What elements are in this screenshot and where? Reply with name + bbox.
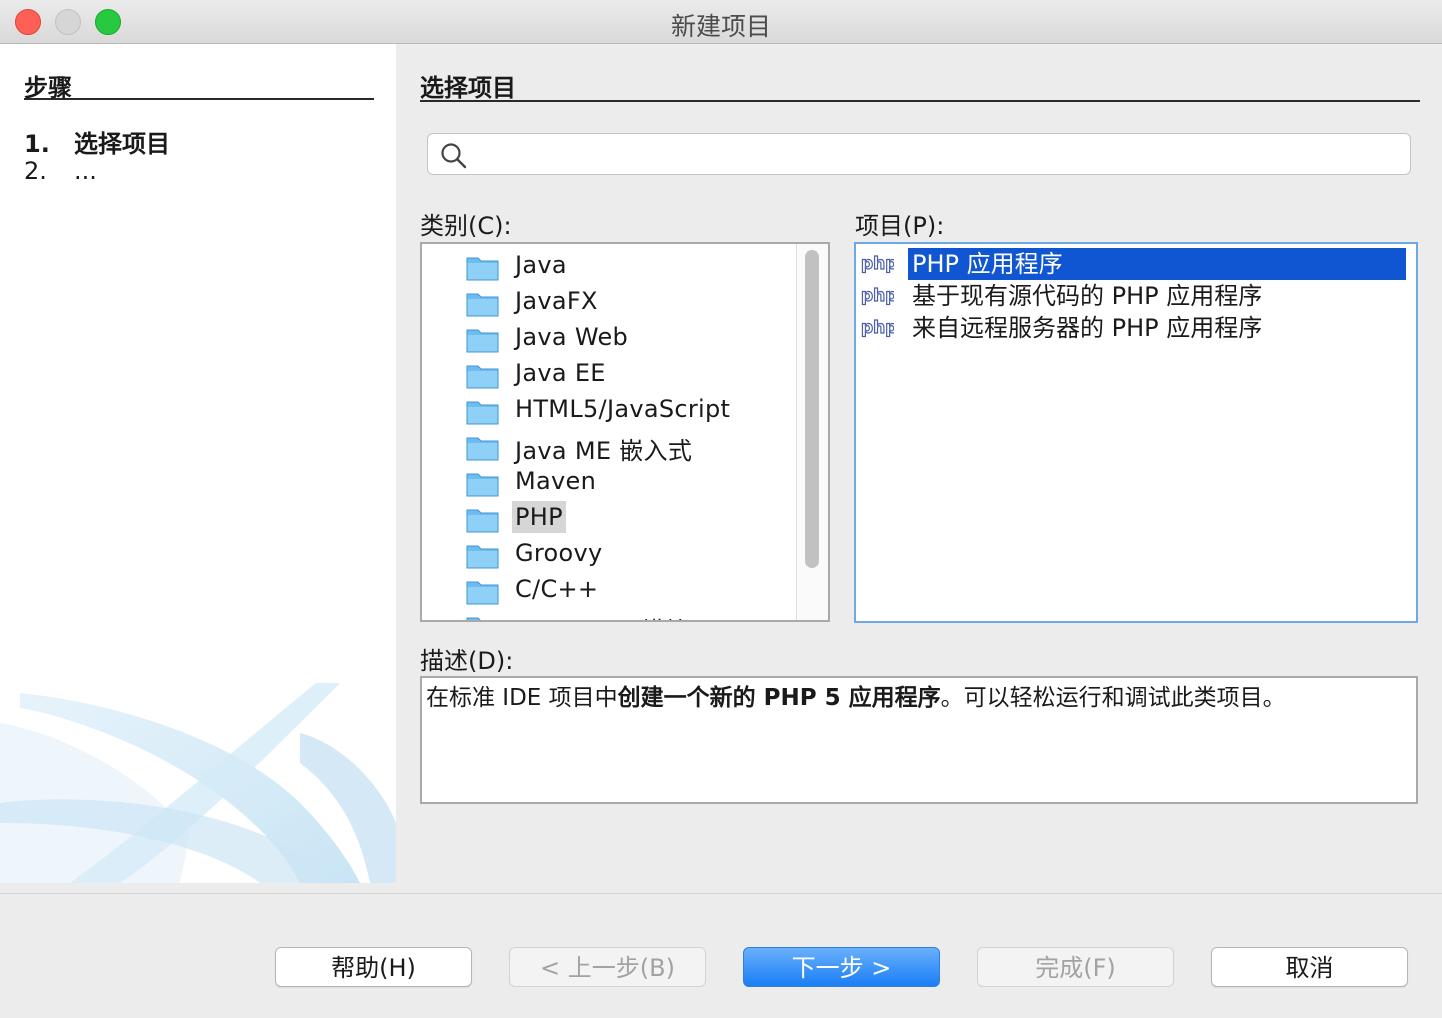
folder-icon — [466, 473, 499, 497]
folder-icon — [466, 617, 481, 620]
category-label: Maven — [515, 467, 597, 495]
step-item: 1. 选择项目 — [24, 124, 170, 159]
project-label: 来自远程服务器的 PHP 应用程序 — [912, 314, 1263, 342]
projects-list[interactable]: php PHP 应用程序 php 基于现有源代码的 PHP 应用程序 php 来… — [854, 242, 1418, 623]
project-label: 基于现有源代码的 PHP 应用程序 — [912, 282, 1263, 310]
folder-icon — [466, 401, 499, 425]
back-button[interactable]: < 上一步(B) — [509, 947, 706, 987]
svg-text:php: php — [861, 254, 894, 274]
description-text: 。可以轻松运行和调试此类项目。 — [940, 685, 1286, 711]
folder-icon — [466, 329, 499, 353]
decorative-swoosh — [0, 683, 396, 883]
category-label: Java — [515, 251, 567, 279]
scrollbar-thumb[interactable] — [805, 250, 819, 568]
category-label: NetBeans 模块 — [512, 609, 693, 620]
folder-icon — [466, 293, 499, 317]
category-label: C/C++ — [515, 575, 599, 603]
svg-text:php: php — [861, 286, 894, 306]
svg-text:php: php — [861, 318, 894, 338]
search-input[interactable] — [474, 138, 1398, 172]
category-label: Java Web — [515, 323, 629, 351]
folder-icon — [466, 257, 499, 281]
php-file-icon: php — [860, 317, 894, 338]
step-number: 1. — [24, 130, 50, 158]
category-label: HTML5/JavaScript — [515, 395, 731, 423]
php-file-icon: php — [860, 285, 894, 306]
description-box: 在标准 IDE 项目中创建一个新的 PHP 5 应用程序。可以轻松运行和调试此类… — [420, 676, 1418, 804]
description-text-bold: 创建一个新的 PHP 5 应用程序 — [617, 685, 941, 711]
section-heading: 选择项目 — [420, 68, 1420, 102]
folder-icon — [466, 437, 499, 461]
project-label-selected: PHP 应用程序 — [908, 248, 1406, 280]
steps-heading: 步骤 — [24, 68, 374, 102]
title-bar: 新建项目 — [0, 0, 1442, 44]
search-icon — [440, 142, 468, 174]
divider — [0, 893, 1442, 894]
category-label-selected: PHP — [512, 501, 566, 533]
folder-icon — [466, 509, 499, 533]
step-item: 2.... — [24, 157, 97, 185]
category-label: Java EE — [515, 359, 606, 387]
categories-list[interactable]: Java JavaFX Java Web Java EE HTML5/JavaS… — [420, 242, 830, 622]
finish-button[interactable]: 完成(F) — [977, 947, 1174, 987]
category-label: JavaFX — [515, 287, 598, 315]
folder-icon — [466, 365, 499, 389]
category-label: Groovy — [515, 539, 603, 567]
folder-icon — [466, 581, 499, 605]
category-label: Java ME 嵌入式 — [515, 437, 693, 465]
folder-icon — [466, 545, 499, 569]
next-button[interactable]: 下一步 > — [743, 947, 940, 987]
step-label: 选择项目 — [74, 130, 170, 158]
search-box — [427, 133, 1411, 175]
categories-scrollbar[interactable] — [796, 244, 828, 620]
help-button[interactable]: 帮助(H) — [275, 947, 472, 987]
steps-panel: 步骤 1. 选择项目 2.... — [0, 44, 396, 883]
categories-label: 类别(C): — [420, 212, 512, 240]
description-text: 在标准 IDE 项目中 — [426, 685, 618, 711]
php-file-icon: php — [860, 253, 894, 274]
step-label: ... — [74, 157, 97, 185]
cancel-button[interactable]: 取消 — [1211, 947, 1408, 987]
description-label: 描述(D): — [420, 647, 514, 675]
step-number: 2. — [24, 157, 47, 185]
projects-label: 项目(P): — [855, 212, 945, 240]
window-title: 新建项目 — [670, 12, 771, 41]
